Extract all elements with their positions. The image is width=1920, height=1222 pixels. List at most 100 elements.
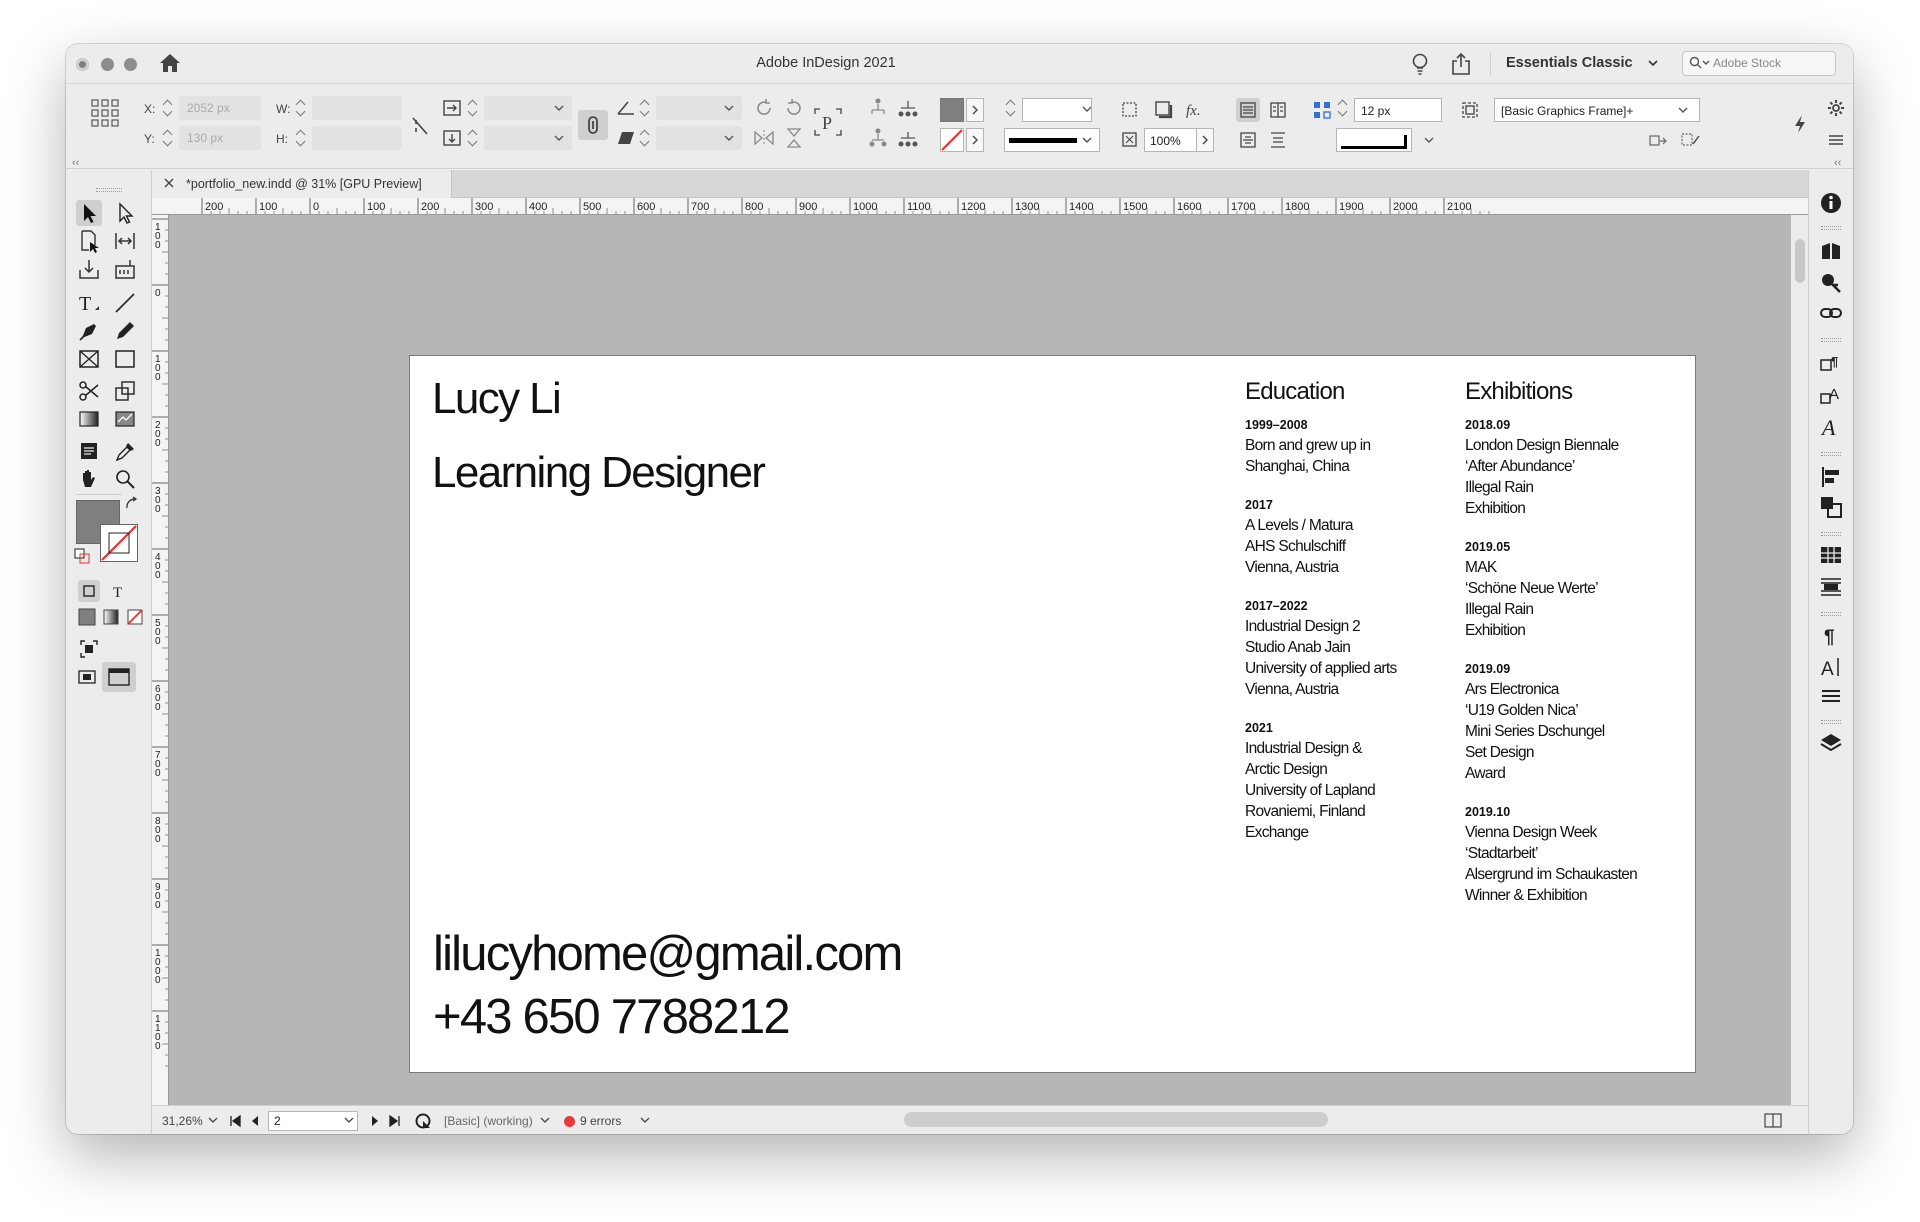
presentation-mode-icon[interactable] (102, 662, 136, 692)
direct-selection-tool-icon[interactable] (112, 200, 138, 226)
preflight-icon[interactable] (414, 1112, 432, 1130)
education-column[interactable]: Education 1999–2008 Born and grew up in Sh… (1245, 378, 1445, 864)
scale-y-stepper[interactable] (466, 126, 480, 150)
panel-grip[interactable] (1821, 226, 1841, 230)
constrain-proportions-icon[interactable] (408, 114, 432, 138)
object-style-icon[interactable] (1458, 98, 1482, 122)
glyphs-icon[interactable]: A (1818, 414, 1844, 440)
drop-shadow-icon[interactable] (1152, 98, 1176, 122)
share-icon[interactable] (1450, 52, 1472, 76)
gear-icon[interactable] (1824, 96, 1848, 120)
split-window-icon[interactable] (1764, 1113, 1782, 1128)
rotate-angle-icon[interactable] (614, 96, 638, 120)
character-icon[interactable]: A (1818, 654, 1844, 680)
table-panel-icon[interactable] (1818, 542, 1844, 568)
rectangle-tool-icon[interactable] (112, 346, 138, 372)
eyedropper-tool-icon[interactable] (112, 438, 138, 464)
character-styles-icon[interactable]: A (1818, 382, 1844, 408)
chevron-down-icon[interactable] (724, 105, 734, 111)
fill-swatch-menu[interactable] (966, 98, 984, 122)
select-content-icon[interactable] (896, 96, 920, 120)
pencil-tool-icon[interactable] (112, 318, 138, 344)
lightbulb-icon[interactable] (1409, 52, 1431, 76)
vertical-scrollbar[interactable] (1791, 215, 1808, 1105)
resume-phone[interactable]: +43 650 7788212 (433, 989, 791, 1045)
links-icon[interactable] (1818, 300, 1844, 326)
scale-x-stepper[interactable] (466, 96, 480, 120)
pasteboard[interactable]: Lucy Li Learning Designer Education 1999… (169, 215, 1791, 1105)
clear-overrides-icon[interactable] (1646, 128, 1670, 152)
next-page-icon[interactable] (368, 1114, 382, 1128)
align-justify-icon[interactable] (1266, 128, 1290, 152)
y-field[interactable]: 130 px (179, 126, 261, 150)
chevron-down-icon[interactable] (554, 135, 564, 141)
reference-point-icon[interactable] (90, 98, 120, 128)
resume-role[interactable]: Learning Designer (432, 448, 766, 498)
flip-horizontal-icon[interactable] (752, 126, 776, 150)
reference-p-icon[interactable]: P (812, 106, 844, 138)
rotate-counterclockwise-icon[interactable] (782, 96, 806, 120)
scale-x-icon[interactable] (440, 96, 464, 120)
formatting-affects-text-icon[interactable]: T (108, 580, 130, 602)
select-container-icon[interactable] (866, 96, 890, 120)
free-transform-tool-icon[interactable] (112, 378, 138, 404)
opacity-menu[interactable] (1196, 128, 1214, 152)
shear-angle-icon[interactable] (614, 126, 638, 150)
cc-libraries-icon[interactable] (1818, 238, 1844, 264)
screen-mode-icon[interactable] (76, 636, 102, 662)
rotate-clockwise-icon[interactable] (752, 96, 776, 120)
resume-name[interactable]: Lucy Li (432, 374, 562, 424)
page-tool-icon[interactable] (76, 228, 102, 254)
document-page[interactable]: Lucy Li Learning Designer Education 1999… (410, 356, 1695, 1072)
paragraph-icon[interactable]: ¶ (1818, 622, 1844, 648)
apply-color-icon[interactable] (76, 606, 98, 628)
rectangle-frame-tool-icon[interactable] (76, 346, 102, 372)
paragraph-styles-icon[interactable]: ¶ (1818, 350, 1844, 376)
panel-grip[interactable] (1821, 612, 1841, 616)
chevron-down-icon[interactable] (344, 1117, 354, 1124)
select-previous-icon[interactable] (866, 126, 890, 150)
panel-grip[interactable] (96, 188, 122, 192)
line-tool-icon[interactable] (112, 290, 138, 316)
panel-grip[interactable] (1821, 720, 1841, 724)
zoom-level[interactable]: 31,26% (162, 1114, 203, 1128)
object-style-select[interactable]: [Basic Graphics Frame]+ (1494, 98, 1700, 122)
previous-page-icon[interactable] (248, 1114, 262, 1128)
chevron-down-icon[interactable] (724, 135, 734, 141)
chevron-down-icon[interactable] (1648, 59, 1658, 67)
w-field[interactable] (312, 96, 402, 120)
preflight-errors[interactable]: 9 errors (580, 1114, 621, 1128)
resume-email[interactable]: lilucyhome@gmail.com (433, 926, 903, 982)
exhibitions-column[interactable]: Exhibitions 2018.09 London Design Biennal… (1465, 378, 1685, 927)
info-icon[interactable] (1818, 190, 1844, 216)
chevron-down-icon[interactable] (1424, 137, 1434, 143)
last-page-icon[interactable] (388, 1114, 402, 1128)
default-colors-icon[interactable] (74, 548, 90, 564)
adobe-stock-search[interactable]: Adobe Stock (1682, 51, 1836, 76)
stroke-weight-stepper[interactable] (1004, 96, 1018, 120)
chevron-down-icon[interactable] (208, 1117, 218, 1124)
scale-y-icon[interactable] (440, 126, 464, 150)
w-stepper[interactable] (294, 96, 308, 120)
document-tab[interactable]: *portfolio_new.indd @ 31% [GPU Preview] (152, 170, 452, 198)
apply-none-icon[interactable] (124, 606, 146, 628)
align-top-icon[interactable] (1236, 98, 1260, 122)
chevron-down-icon[interactable] (640, 1117, 650, 1124)
collapse-left-panel-button[interactable]: ‹‹ (72, 157, 79, 169)
type-tool-icon[interactable]: T (76, 290, 102, 316)
preflight-profile[interactable]: [Basic] (working) (444, 1114, 533, 1128)
panel-grip[interactable] (1821, 338, 1841, 342)
workspace-switcher[interactable]: Essentials Classic (1506, 55, 1633, 71)
chevron-down-icon[interactable] (1082, 137, 1092, 143)
clear-non-style-icon[interactable] (1678, 128, 1702, 152)
normal-view-icon[interactable] (76, 666, 98, 688)
pen-tool-icon[interactable] (76, 318, 102, 344)
content-collector-icon[interactable] (76, 256, 102, 282)
chevron-down-icon[interactable] (540, 1117, 550, 1124)
scissors-tool-icon[interactable] (76, 378, 102, 404)
horizontal-scrollbar-thumb[interactable] (904, 1112, 1328, 1127)
shear-stepper[interactable] (638, 126, 652, 150)
fill-swatch[interactable] (940, 98, 964, 122)
swap-colors-icon[interactable] (124, 496, 140, 512)
auto-spacing-icon[interactable] (1310, 98, 1334, 122)
